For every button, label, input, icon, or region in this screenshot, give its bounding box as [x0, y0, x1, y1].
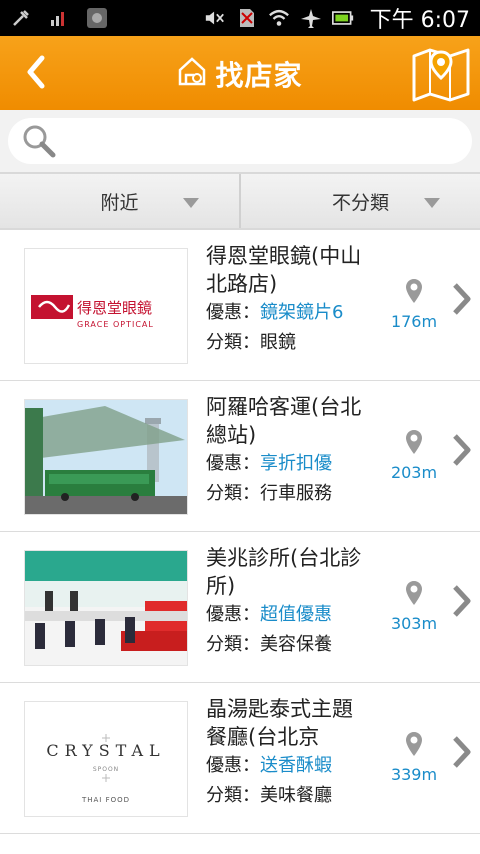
distance-value: 339m — [390, 765, 438, 784]
search-icon — [23, 125, 56, 158]
store-list: 得恩堂眼鏡 GRACE OPTICAL 得恩堂眼鏡(中山北路店) 優惠：鏡架鏡片… — [0, 230, 480, 834]
chevron-right-icon[interactable] — [452, 584, 472, 618]
promo-text[interactable]: 享折扣優 — [260, 453, 332, 474]
logo-subtext: GRACE OPTICAL — [77, 320, 154, 329]
distance-value: 303m — [390, 614, 438, 633]
chevron-right-icon[interactable] — [452, 282, 472, 316]
category-value: 美味餐廳 — [260, 785, 332, 806]
logo-text: CRYSTAL — [46, 741, 165, 760]
location-pin-icon — [406, 732, 422, 756]
promo-text[interactable]: 超值優惠 — [260, 604, 332, 625]
store-list-item[interactable]: 美兆診所(台北診所) 優惠：超值優惠 分類：美容保養 303m — [0, 532, 480, 683]
mute-icon — [204, 7, 226, 29]
dropdown-caret-icon — [424, 198, 440, 208]
store-photo — [24, 399, 188, 515]
battery-icon — [331, 7, 354, 29]
chevron-right-icon[interactable] — [452, 735, 472, 769]
category-filter-label: 不分類 — [331, 191, 389, 214]
location-pin-icon — [406, 581, 422, 605]
distance-value: 176m — [390, 312, 438, 331]
category-value: 美容保養 — [260, 634, 332, 655]
clock: 下午 6:07 — [369, 8, 470, 33]
category-value: 行車服務 — [260, 483, 332, 504]
search-field[interactable] — [8, 118, 472, 164]
store-name: 阿羅哈客運(台北總站) — [206, 395, 362, 447]
logo-tagline: THAI FOOD — [81, 796, 130, 804]
distance-value: 203m — [390, 463, 438, 482]
category-value: 眼鏡 — [260, 332, 296, 353]
store-logo: 得恩堂眼鏡 GRACE OPTICAL — [24, 248, 188, 364]
promo-text[interactable]: 鏡架鏡片6 — [260, 302, 343, 323]
distance-filter-dropdown[interactable]: 附近 — [0, 174, 239, 228]
status-bar: 下午 6:07 — [0, 0, 480, 36]
page-title: 找店家 — [215, 59, 303, 92]
category-label: 分類： — [206, 785, 260, 806]
store-list-item[interactable]: CRYSTAL SPOON THAI FOOD 晶湯匙泰式主題餐廳(台北京 優惠… — [0, 683, 480, 834]
store-list-item[interactable]: 得恩堂眼鏡 GRACE OPTICAL 得恩堂眼鏡(中山北路店) 優惠：鏡架鏡片… — [0, 230, 480, 381]
location-pin-icon — [406, 430, 422, 454]
category-label: 分類： — [206, 483, 260, 504]
dropdown-caret-icon — [183, 198, 199, 208]
category-filter-dropdown[interactable]: 不分類 — [239, 174, 480, 228]
no-sim-icon — [236, 7, 258, 29]
map-button[interactable] — [410, 42, 472, 104]
filter-bar: 附近 不分類 — [0, 172, 480, 230]
store-name: 晶湯匙泰式主題餐廳(台北京 — [206, 697, 353, 749]
search-bar — [0, 110, 480, 172]
app-header: 找店家 — [0, 36, 480, 110]
store-logo: CRYSTAL SPOON THAI FOOD — [24, 701, 188, 817]
promo-text[interactable]: 送香酥蝦 — [260, 755, 332, 776]
category-label: 分類： — [206, 634, 260, 655]
airplane-mode-icon — [300, 7, 322, 29]
store-name: 得恩堂眼鏡(中山北路店) — [206, 244, 362, 296]
logo-text: 得恩堂眼鏡 — [77, 299, 152, 317]
store-name: 美兆診所(台北診所) — [206, 546, 362, 598]
logo-subtext: SPOON — [93, 766, 119, 773]
promo-label: 優惠： — [206, 453, 260, 474]
store-house-icon — [177, 54, 207, 94]
store-photo — [24, 550, 188, 666]
search-input[interactable] — [66, 129, 450, 153]
signal-small-icon — [48, 7, 70, 29]
category-label: 分類： — [206, 332, 260, 353]
promo-label: 優惠： — [206, 604, 260, 625]
location-pin-icon — [406, 279, 422, 303]
map-icon — [412, 48, 470, 102]
gallery-icon — [86, 7, 108, 29]
chevron-right-icon[interactable] — [452, 433, 472, 467]
promo-label: 優惠： — [206, 302, 260, 323]
distance-filter-label: 附近 — [100, 191, 139, 214]
store-list-item[interactable]: 阿羅哈客運(台北總站) 優惠：享折扣優 分類：行車服務 203m — [0, 381, 480, 532]
wifi-icon — [268, 7, 290, 29]
promo-label: 優惠： — [206, 755, 260, 776]
usb-debug-icon — [10, 7, 32, 29]
